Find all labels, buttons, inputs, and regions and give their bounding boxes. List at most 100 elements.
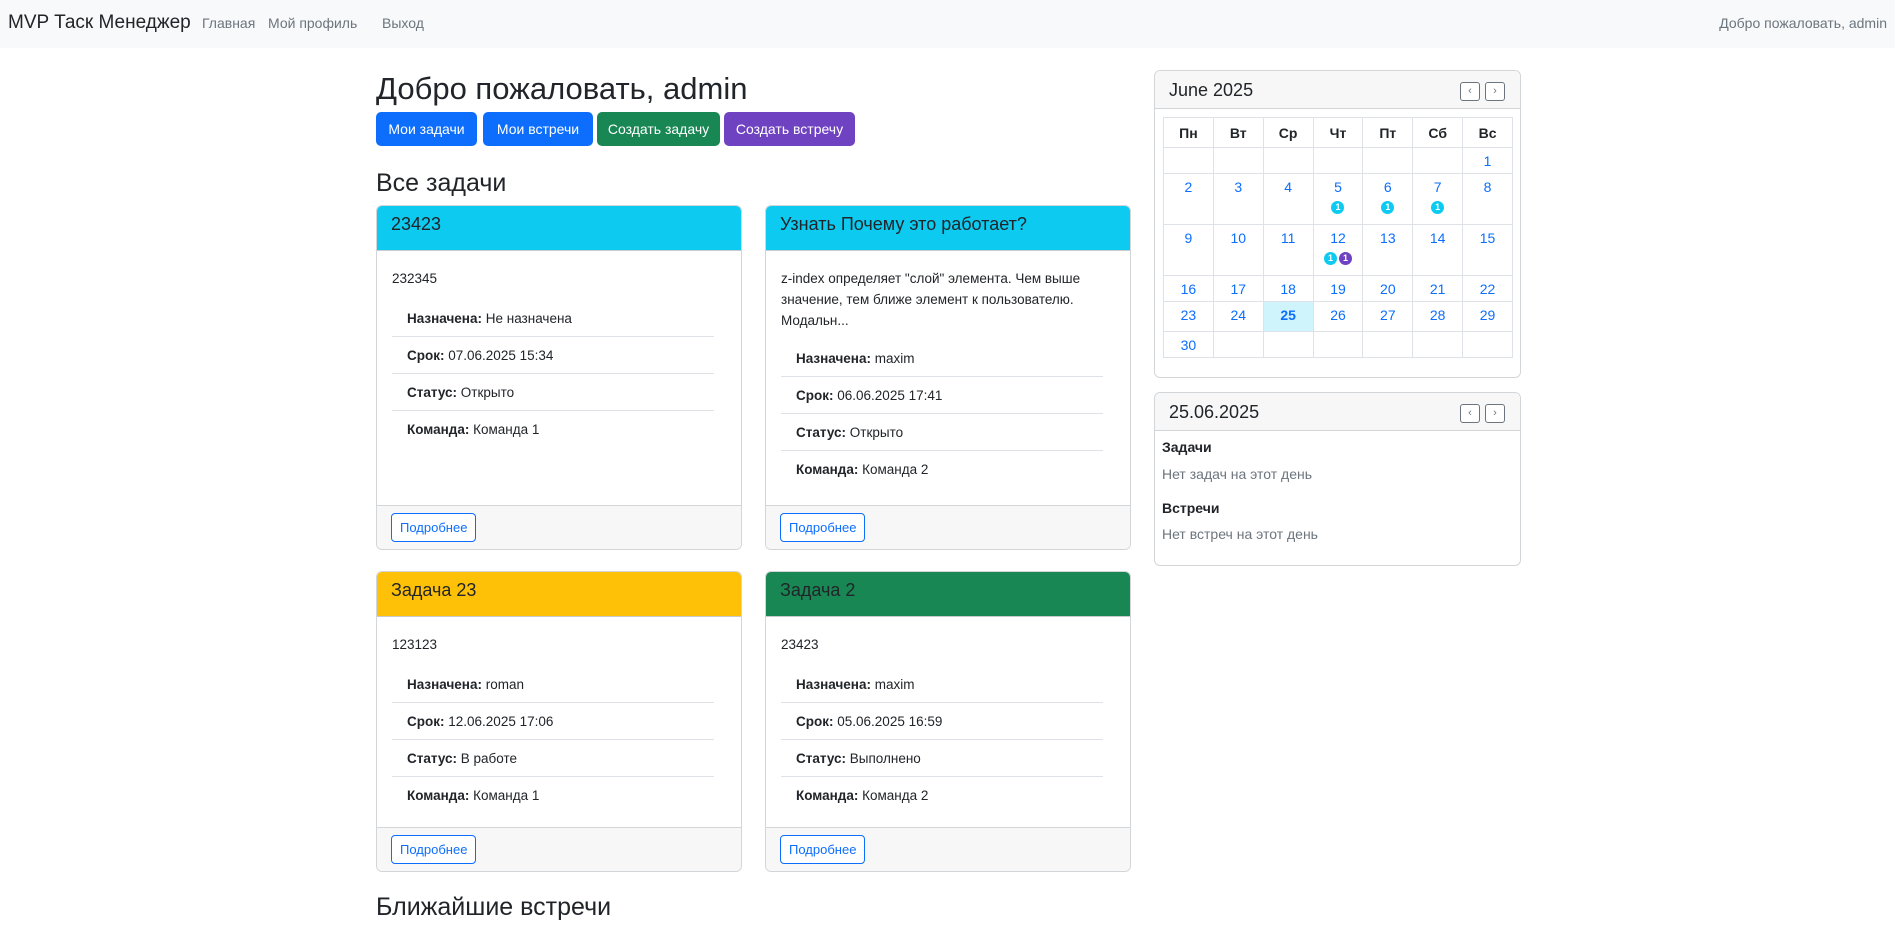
task-count-badge[interactable]: 1: [1381, 200, 1395, 214]
calendar-day-21[interactable]: 21: [1412, 275, 1464, 302]
nav-link-home[interactable]: Главная: [202, 15, 255, 31]
calendar-day-23[interactable]: 23: [1163, 301, 1214, 332]
task-description: 23423: [781, 637, 819, 652]
calendar-day-13[interactable]: 13: [1362, 224, 1414, 276]
calendar-week-row: 23 24 25 26 27 28 29: [1163, 301, 1513, 332]
day-details-header: 25.06.2025 ‹ ›: [1155, 393, 1520, 431]
calendar-day-2[interactable]: 2: [1163, 173, 1214, 225]
calendar-next-button[interactable]: ›: [1485, 82, 1505, 101]
calendar-day-10[interactable]: 10: [1212, 224, 1264, 276]
calendar-day-20[interactable]: 20: [1362, 275, 1414, 302]
calendar-day-number: 3: [1234, 179, 1243, 195]
weekday-header: Вс: [1462, 117, 1513, 148]
task-card-footer: Подробнее: [377, 827, 741, 871]
calendar-day-number: 4: [1284, 179, 1293, 195]
calendar-day-24[interactable]: 24: [1212, 301, 1264, 332]
calendar-week-row: 9 10 11 12 1 1 13 14 15: [1163, 224, 1513, 276]
details-button[interactable]: Подробнее: [780, 835, 866, 864]
weekday-header: Пн: [1163, 117, 1214, 148]
day-details-date: 25.06.2025: [1169, 402, 1260, 422]
calendar-day-12[interactable]: 12 1 1: [1312, 224, 1364, 276]
calendar-day-17[interactable]: 17: [1212, 275, 1264, 302]
calendar-day-8[interactable]: 8: [1462, 173, 1513, 225]
calendar-day-19[interactable]: 19: [1312, 275, 1364, 302]
calendar-empty-cell: [1462, 331, 1513, 358]
calendar-day-number: 13: [1380, 230, 1396, 246]
calendar-day-3[interactable]: 3: [1212, 173, 1264, 225]
calendar-day-6[interactable]: 61: [1362, 173, 1414, 225]
task-assigned: Назначена: maxim: [781, 340, 1103, 377]
calendar-empty-cell: [1362, 331, 1414, 358]
brand-link[interactable]: MVP Таск Менеджер: [8, 12, 191, 34]
calendar-day-15[interactable]: 15: [1462, 224, 1513, 276]
task-card: Узнать Почему это работает? z-index опре…: [765, 205, 1131, 550]
task-count-badge[interactable]: 1: [1331, 200, 1345, 214]
calendar-day-28[interactable]: 28: [1412, 301, 1464, 332]
task-status: Статус: Открыто: [781, 414, 1103, 451]
calendar-day-27[interactable]: 27: [1362, 301, 1414, 332]
calendar-day-number: 14: [1429, 230, 1446, 246]
task-team: Команда: Команда 1: [407, 422, 540, 437]
calendar-day-4[interactable]: 4: [1262, 173, 1314, 225]
calendar-day-29[interactable]: 29: [1462, 301, 1513, 332]
calendar-day-number: 30: [1180, 337, 1197, 353]
calendar-header: June 2025 ‹ ›: [1155, 71, 1520, 109]
task-deadline: Срок: 07.06.2025 15:34: [392, 337, 714, 374]
task-count-badge[interactable]: 1: [1323, 251, 1337, 265]
nav-link-profile[interactable]: Мой профиль: [268, 15, 357, 31]
day-meetings-empty: Нет встреч на этот день: [1162, 526, 1318, 542]
task-count-badge[interactable]: 1: [1431, 200, 1445, 214]
create-task-button[interactable]: Создать задачу: [597, 112, 720, 146]
page-title: Добро пожаловать, admin: [376, 71, 748, 106]
nav-link-logout[interactable]: Выход: [382, 15, 424, 31]
calendar-week-row: 1: [1163, 147, 1513, 174]
task-card: 23423 232345 Назначена: Не назначена Сро…: [376, 205, 742, 550]
calendar-day-22[interactable]: 22: [1462, 275, 1513, 302]
task-description: 232345: [392, 271, 438, 286]
calendar-week-row: 30: [1163, 331, 1513, 358]
task-status: Статус: Открыто: [392, 374, 714, 411]
task-deadline: Срок: 06.06.2025 17:41: [781, 377, 1103, 414]
my-tasks-button[interactable]: Мои задачи: [376, 112, 477, 146]
weekday-header: Вт: [1212, 117, 1264, 148]
task-card-footer: Подробнее: [377, 505, 741, 549]
details-button[interactable]: Подробнее: [780, 513, 866, 542]
task-description: 123123: [392, 637, 438, 652]
calendar-day-badges: 1: [1363, 199, 1412, 214]
calendar-day-number: 18: [1280, 281, 1296, 297]
calendar-day-number: 6: [1383, 179, 1392, 195]
all-tasks-heading: Все задачи: [376, 169, 507, 197]
day-prev-button[interactable]: ‹: [1460, 404, 1480, 423]
calendar-week-row: 16 17 18 19 20 21 22: [1163, 275, 1513, 302]
calendar-day-16[interactable]: 16: [1163, 275, 1214, 302]
details-button[interactable]: Подробнее: [391, 513, 477, 542]
calendar-day-11[interactable]: 11: [1262, 224, 1314, 276]
calendar-day-14[interactable]: 14: [1412, 224, 1464, 276]
calendar-day-number: 20: [1380, 281, 1396, 297]
calendar-day-number: 19: [1330, 281, 1346, 297]
calendar-day-18[interactable]: 18: [1262, 275, 1314, 302]
calendar-day-26[interactable]: 26: [1312, 301, 1364, 332]
calendar-empty-cell: [1163, 147, 1214, 174]
calendar-day-30[interactable]: 30: [1163, 331, 1214, 358]
calendar-empty-cell: [1262, 331, 1314, 358]
calendar-empty-cell: [1262, 147, 1314, 174]
calendar-empty-cell: [1312, 147, 1364, 174]
calendar-day-number: 27: [1380, 307, 1396, 323]
details-button[interactable]: Подробнее: [391, 835, 477, 864]
my-meetings-button[interactable]: Мои встречи: [483, 112, 593, 146]
calendar-day-1[interactable]: 1: [1462, 147, 1513, 174]
day-next-button[interactable]: ›: [1485, 404, 1505, 423]
calendar-day-25[interactable]: 25: [1262, 301, 1314, 332]
calendar-day-7[interactable]: 71: [1412, 173, 1464, 225]
calendar-day-number: 7: [1433, 179, 1442, 195]
calendar-day-9[interactable]: 9: [1163, 224, 1214, 276]
calendar-day-number: 21: [1429, 281, 1446, 297]
calendar-day-5[interactable]: 51: [1312, 173, 1364, 225]
calendar-day-number: 17: [1230, 281, 1247, 297]
calendar-prev-button[interactable]: ‹: [1460, 82, 1480, 101]
task-deadline: Срок: 12.06.2025 17:06: [392, 703, 714, 740]
task-assigned: Назначена: Не назначена: [392, 300, 714, 337]
create-meeting-button[interactable]: Создать встречу: [724, 112, 855, 146]
meeting-count-badge[interactable]: 1: [1338, 251, 1352, 265]
